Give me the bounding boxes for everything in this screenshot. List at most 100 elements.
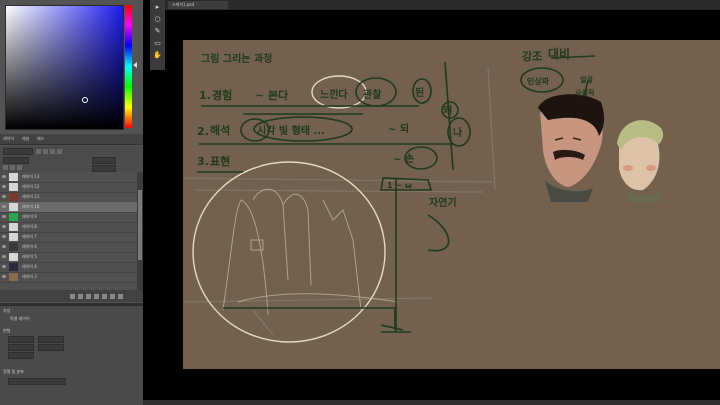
align-buttons[interactable] (8, 378, 66, 385)
eye-icon[interactable] (2, 275, 6, 278)
layer-thumbnail (9, 253, 18, 261)
note-step1-c: 느낀다 (320, 88, 348, 101)
note-step1-e: 된 (415, 87, 424, 99)
properties-title: 속성 (3, 308, 11, 313)
layer-thumbnail (9, 243, 18, 251)
filter-image-icon[interactable] (36, 149, 41, 154)
blend-mode-select[interactable] (3, 157, 29, 164)
layer-name: 레이어 5 (22, 254, 37, 259)
layer-thumbnail (9, 203, 18, 211)
layer-name: 레이어 3 (22, 274, 37, 279)
note-tag1: 인상파 (527, 76, 550, 86)
tab-layers[interactable]: 레이어 (3, 136, 14, 142)
note-step1-num: 1. (199, 89, 211, 102)
layer-name: 레이어 4 (22, 264, 37, 269)
note-step2-a: 해석 (210, 123, 230, 137)
note-nature: 자연기 (429, 196, 457, 209)
align-section-label: 정렬 및 분포 (3, 369, 24, 374)
lasso-icon[interactable]: ○ (153, 15, 162, 24)
lock-transparency-icon[interactable] (3, 165, 8, 170)
trash-icon[interactable] (118, 294, 123, 299)
canvas-artwork: 그림 그리는 과정 1. 경험 ~ 본다 느낀다 관찰 된 왜 2. 해석 시각… (182, 46, 664, 343)
document-tab-label: 스케치1.psd (172, 2, 195, 7)
x-field[interactable] (8, 344, 34, 351)
hand-icon[interactable]: ✋ (153, 51, 162, 60)
note-step1-f: 왜 (443, 104, 452, 117)
hue-slider[interactable] (125, 5, 132, 128)
layers-list: 레이어 13 레이어 12 레이어 11 레이어 10 레이어 9 레이어 8 … (0, 172, 137, 290)
color-picker-field[interactable] (5, 5, 124, 130)
color-picker-cursor[interactable] (82, 97, 88, 103)
layer-row[interactable]: 레이어 3 (0, 272, 137, 283)
eye-icon[interactable] (2, 235, 6, 238)
eye-icon[interactable] (2, 265, 6, 268)
note-step2-c: ~ 되 (388, 122, 409, 135)
layer-name: 레이어 9 (22, 214, 37, 219)
eye-icon[interactable] (2, 205, 6, 208)
layer-thumbnail (9, 183, 18, 191)
note-box-label: 1 ~ ω (387, 181, 412, 190)
mask-icon[interactable] (86, 294, 91, 299)
tool-strip: ▸ ○ ✎ ▭ ✋ (150, 0, 165, 70)
note-step1-d: 관찰 (363, 88, 382, 101)
opacity-field[interactable] (92, 157, 116, 164)
layer-name: 레이어 12 (22, 184, 40, 189)
y-field[interactable] (38, 344, 64, 351)
status-bar (143, 400, 720, 405)
eye-icon[interactable] (2, 185, 6, 188)
note-tag2b: 사실적 (575, 88, 594, 97)
eye-icon[interactable] (2, 195, 6, 198)
tab-channels[interactable]: 채널 (22, 136, 29, 142)
document-tab-bar (165, 0, 720, 10)
note-step2-b: 시각 빛 형태 ... (257, 124, 325, 137)
layer-name: 레이어 11 (22, 194, 40, 199)
hue-slider-handle-icon[interactable] (133, 62, 137, 68)
filter-shape-icon[interactable] (57, 149, 62, 154)
filter-type-icon[interactable] (50, 149, 55, 154)
layer-thumbnail (9, 273, 18, 281)
eye-icon[interactable] (2, 255, 6, 258)
note-heading: 그림 그리는 과정 (201, 52, 272, 65)
link-icon[interactable] (70, 294, 75, 299)
drawing-canvas[interactable]: 그림 그리는 과정 1. 경험 ~ 본다 느낀다 관찰 된 왜 2. 해석 시각… (182, 40, 720, 369)
eye-icon[interactable] (2, 175, 6, 178)
portrait-child (617, 120, 664, 202)
transform-section-label: 변형 (3, 328, 11, 333)
move-icon[interactable]: ▸ (153, 3, 162, 12)
brush-icon[interactable]: ✎ (153, 27, 162, 36)
layer-thumbnail (9, 223, 18, 231)
eye-icon[interactable] (2, 245, 6, 248)
tab-paths[interactable]: 패스 (37, 136, 44, 142)
layer-name: 레이어 6 (22, 244, 37, 249)
properties-panel: 속성 픽셀 레이어 변형 정렬 및 분포 (0, 306, 143, 405)
layer-thumbnail (9, 213, 18, 221)
width-field[interactable] (8, 336, 34, 343)
layers-scrollbar-thumb[interactable] (138, 190, 142, 260)
lock-move-icon[interactable] (17, 165, 22, 170)
filter-adjust-icon[interactable] (43, 149, 48, 154)
eraser-icon[interactable]: ▭ (153, 39, 162, 48)
lock-brush-icon[interactable] (10, 165, 15, 170)
folder-icon[interactable] (102, 294, 107, 299)
note-tag2a: 얼굴 (580, 75, 593, 84)
layer-thumbnail (9, 193, 18, 201)
note-step1-b: ~ 본다 (255, 88, 289, 102)
layer-name: 레이어 10 (22, 204, 40, 209)
note-step3-num: 3. (197, 155, 209, 168)
adjustment-icon[interactable] (94, 294, 99, 299)
new-layer-icon[interactable] (110, 294, 115, 299)
angle-field[interactable] (8, 352, 34, 359)
layer-thumbnail (9, 173, 18, 181)
fill-field[interactable] (92, 165, 116, 172)
height-field[interactable] (38, 336, 64, 343)
properties-subtitle: 픽셀 레이어 (10, 316, 30, 321)
eye-icon[interactable] (2, 225, 6, 228)
note-contrast-a: 강조 (522, 49, 542, 63)
fx-icon[interactable] (78, 294, 83, 299)
note-step2-num: 2. (197, 125, 209, 138)
note-contrast-b: 대비 (548, 46, 570, 61)
eye-icon[interactable] (2, 215, 6, 218)
note-step1-a: 경험 (212, 88, 232, 102)
note-step2-d: 나 (453, 126, 463, 139)
layer-filter-select[interactable] (3, 148, 33, 155)
